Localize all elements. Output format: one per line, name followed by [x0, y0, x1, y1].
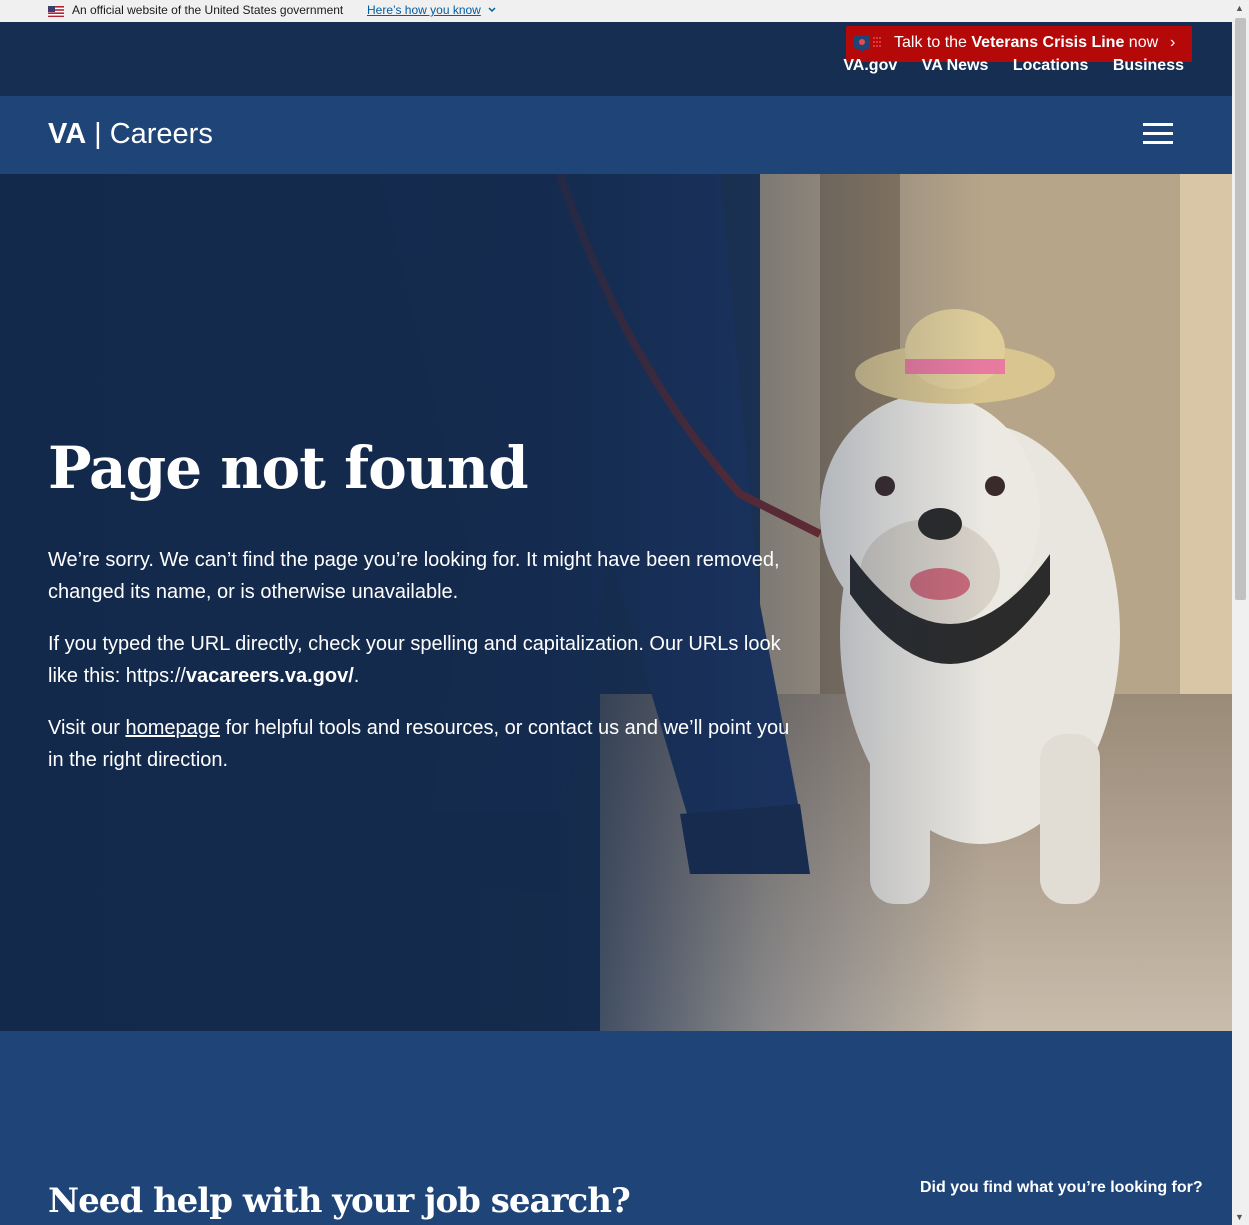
scrollbar-thumb[interactable]	[1235, 18, 1246, 600]
hero-paragraph-2: If you typed the URL directly, check you…	[48, 633, 781, 687]
nav-link-va-gov[interactable]: VA.gov	[843, 57, 897, 74]
chevron-right-icon: ›	[1170, 34, 1176, 51]
example-url: vacareers.va.gov/	[185, 665, 354, 687]
nav-link-locations[interactable]: Locations	[1013, 57, 1089, 74]
hero-content: Page not found We’re sorry. We can’t fin…	[48, 432, 808, 796]
gov-banner-text: An official website of the United States…	[72, 3, 344, 17]
nav-link-va-news[interactable]: VA News	[922, 57, 989, 74]
logo-careers: Careers	[109, 118, 213, 150]
scroll-down-arrow-icon[interactable]: ▼	[1235, 1212, 1244, 1222]
va-careers-logo[interactable]: VA | Careers	[48, 118, 213, 151]
feedback-prompt[interactable]: Did you find what you’re looking for?	[920, 1179, 1203, 1197]
help-section-title: Need help with your job search?	[48, 1181, 631, 1221]
site-header: VA | Careers	[0, 96, 1232, 174]
hero-paragraph-1: We’re sorry. We can’t find the page you’…	[48, 549, 780, 603]
utility-bar: Talk to the Veterans Crisis Line now › V…	[0, 22, 1232, 96]
page-title: Page not found	[48, 434, 529, 502]
hero-paragraph-3: Visit our homepage for helpful tools and…	[48, 717, 790, 771]
gov-banner: An official website of the United States…	[0, 0, 1232, 22]
logo-va: VA	[48, 118, 87, 150]
us-flag-icon	[48, 6, 64, 17]
chevron-down-icon[interactable]	[487, 5, 497, 15]
hero-section: Page not found We’re sorry. We can’t fin…	[0, 174, 1232, 1031]
logo-separator: |	[94, 118, 102, 150]
help-section: Need help with your job search? Did you …	[0, 1031, 1232, 1225]
top-nav: VA.gov VA News Locations Business	[823, 57, 1184, 75]
scroll-up-arrow-icon[interactable]: ▲	[1235, 3, 1244, 13]
page-scrollbar[interactable]: ▲ ▼	[1232, 0, 1249, 1225]
crisis-line-label: Talk to the Veterans Crisis Line now	[894, 34, 1159, 51]
nav-link-business[interactable]: Business	[1113, 57, 1184, 74]
homepage-link[interactable]: homepage	[125, 717, 220, 739]
hamburger-menu-icon[interactable]	[1143, 123, 1173, 145]
crisis-line-icon	[854, 35, 881, 53]
heres-how-you-know-link[interactable]: Here’s how you know	[367, 3, 481, 17]
